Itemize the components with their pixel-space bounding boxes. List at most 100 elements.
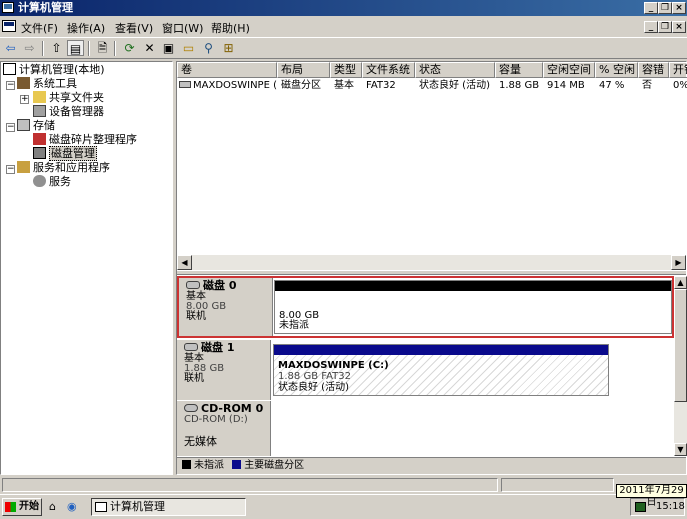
tree-item-device-manager[interactable]: 设备管理器 [33,105,104,119]
services-apps-icon [17,161,30,173]
menu-window[interactable]: 窗口(W) [162,20,203,36]
child-close-button[interactable]: × [672,21,686,33]
taskbar-item-computer-management[interactable]: 计算机管理 [91,498,246,516]
taskbar: 开始 ⌂ ◉ 计算机管理 15:18 [0,494,687,519]
device-manager-icon [33,105,46,117]
start-button[interactable]: 开始 [2,498,42,516]
title-bar[interactable]: 计算机管理 _ ❐ × [0,0,687,16]
search-icon[interactable]: ⚲ [200,40,217,56]
legend-unallocated-label: 未指派 [194,460,224,471]
legend-primary-label: 主要磁盘分区 [244,460,305,471]
status-pane-main [2,478,498,492]
storage-icon [17,119,30,131]
delete-icon[interactable]: ✕ [141,40,158,56]
scroll-up-button[interactable]: ▲ [674,276,687,289]
fault-tolerance-cell: 否 [642,80,652,91]
vertical-scrollbar[interactable]: ▲ ▼ [674,276,687,456]
column-layout[interactable]: 布局 [277,62,330,78]
column-status[interactable]: 状态 [415,62,495,78]
quicklaunch-icon-1[interactable]: ⌂ [49,500,63,513]
scroll-down-button[interactable]: ▼ [674,443,687,456]
menu-bar: 文件(F) 操作(A) 查看(V) 窗口(W) 帮助(H) _ ❐ × [0,17,687,37]
disk-icon [186,281,200,289]
shared-folder-icon [33,91,46,103]
back-arrow-icon[interactable]: ⇦ [2,40,19,56]
minimize-button[interactable]: _ [644,2,658,14]
disk-icon [184,343,198,351]
cdrom-0-row[interactable]: CD-ROM 0 CD-ROM (D:) 无媒体 [177,401,674,456]
status-bar [0,477,687,493]
disk-0-row[interactable]: 磁盘 0 基本 8.00 GB 联机 8.00 GB 未指派 [177,276,674,338]
primary-partition-strip [274,345,608,355]
scroll-left-button[interactable]: ◀ [177,255,192,270]
capacity-cell: 1.88 GB [499,80,540,91]
column-volume[interactable]: 卷 [177,62,277,78]
status-cell: 状态良好 (活动) [419,80,490,91]
menu-file[interactable]: 文件(F) [21,20,58,36]
tree-item-shared-folders[interactable]: 共享文件夹 [33,91,104,105]
menu-action[interactable]: 操作(A) [67,20,105,36]
show-tree-icon[interactable]: ▤ [67,40,84,56]
status-pane-2 [501,478,614,492]
unallocated-strip [275,281,671,291]
overhead-cell: 0% [673,80,687,91]
up-folder-icon[interactable]: ⇧ [48,40,65,56]
cdrom-icon [184,404,198,412]
tree-item-disk-management[interactable]: 磁盘管理 [33,146,97,161]
refresh-icon[interactable]: ⟳ [121,40,138,56]
tree-item-system-tools[interactable]: 系统工具 [17,77,77,91]
disk-1-row[interactable]: 磁盘 1 基本 1.88 GB 联机 MAXDOSWINPE (C:) 1.88… [177,340,674,400]
child-minimize-button[interactable]: _ [644,21,658,33]
scroll-right-button[interactable]: ▶ [671,255,686,270]
tree-item-defrag[interactable]: 磁盘碎片整理程序 [33,133,137,147]
child-restore-button[interactable]: ❐ [658,21,672,33]
tree-item-computer-management[interactable]: 计算机管理(本地) [3,63,105,77]
legend: 未指派 主要磁盘分区 [177,457,686,474]
close-button[interactable]: × [672,2,686,14]
column-type[interactable]: 类型 [330,62,362,78]
primary-swatch [232,460,242,469]
pane-splitter[interactable] [177,270,686,275]
column-overhead[interactable]: 开销 [669,62,687,78]
disk-props-icon[interactable]: ▣ [160,40,177,56]
disk-0-label: 磁盘 0 基本 8.00 GB 联机 [179,278,273,336]
volume-list-header: 卷 布局 类型 文件系统 状态 容量 空闲空间 % 空闲 容错 开销 [177,62,687,78]
scroll-thumb[interactable] [674,289,687,402]
horizontal-scrollbar[interactable]: ◀ ▶ [177,255,686,270]
properties-icon[interactable]: 🗎 [94,40,111,56]
tray-icon[interactable] [635,502,646,512]
column-fault-tolerance[interactable]: 容错 [638,62,669,78]
export-icon[interactable]: ⊞ [220,40,237,56]
column-filesystem[interactable]: 文件系统 [362,62,415,78]
collapse-services-apps[interactable]: − [6,165,15,174]
column-free-space[interactable]: 空闲空间 [543,62,595,78]
disk-0-unallocated-partition[interactable]: 8.00 GB 未指派 [274,280,672,334]
quicklaunch-icon-2[interactable]: ◉ [67,500,81,513]
tree-item-storage[interactable]: 存储 [17,119,55,133]
computer-icon [3,63,16,75]
restore-button[interactable]: ❐ [658,2,672,14]
document-icon[interactable] [2,20,16,32]
column-percent-free[interactable]: % 空闲 [595,62,638,78]
computer-management-icon [95,502,107,512]
menu-view[interactable]: 查看(V) [115,20,153,36]
open-folder-icon[interactable]: ▭ [180,40,197,56]
gear-icon [33,175,46,187]
tree-item-services[interactable]: 服务 [33,175,71,189]
column-capacity[interactable]: 容量 [495,62,543,78]
disk-graphical-view: 磁盘 0 基本 8.00 GB 联机 8.00 GB 未指派 磁盘 1 基本 1… [177,276,674,456]
menu-help[interactable]: 帮助(H) [211,20,250,36]
clock[interactable]: 15:18 [656,499,685,515]
details-pane: 卷 布局 类型 文件系统 状态 容量 空闲空间 % 空闲 容错 开销 MAXDO… [176,61,687,475]
disk-1-primary-partition[interactable]: MAXDOSWINPE (C:) 1.88 GB FAT32 状态良好 (活动) [273,344,609,396]
expand-shared-folders[interactable]: + [20,95,29,104]
unallocated-swatch [182,460,191,469]
filesystem-cell: FAT32 [366,80,396,91]
disk-1-label: 磁盘 1 基本 1.88 GB 联机 [177,340,271,400]
windows-logo-icon [5,502,16,512]
collapse-storage[interactable]: − [6,123,15,132]
forward-arrow-icon[interactable]: ⇨ [21,40,38,56]
tree-item-services-apps[interactable]: 服务和应用程序 [17,161,110,175]
type-cell: 基本 [334,80,354,91]
collapse-system-tools[interactable]: − [6,81,15,90]
